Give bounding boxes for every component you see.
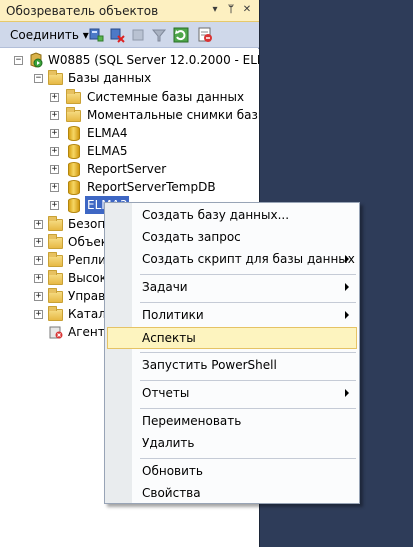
expand-toggle[interactable]: + xyxy=(34,238,43,247)
submenu-arrow-icon xyxy=(345,311,349,319)
tree-label: Системные базы данных xyxy=(87,90,245,104)
menu-item-label: Отчеты xyxy=(142,386,190,400)
filter-icon[interactable] xyxy=(151,27,167,43)
menu-separator xyxy=(140,302,356,303)
menu-item-rename[interactable]: Переименовать xyxy=(107,410,357,432)
expand-toggle[interactable]: + xyxy=(34,292,43,301)
folder-icon xyxy=(66,107,81,122)
disconnect-server-icon[interactable] xyxy=(109,27,125,43)
database-icon xyxy=(68,180,80,195)
expand-toggle[interactable]: + xyxy=(34,256,43,265)
tree-node-database[interactable]: + ELMA5 xyxy=(0,142,259,160)
menu-separator xyxy=(140,408,356,409)
tree-label: W0885 (SQL Server 12.0.2000 - ELEWISE\ xyxy=(48,53,259,67)
menu-item-properties[interactable]: Свойства xyxy=(107,482,357,504)
folder-icon xyxy=(48,216,63,231)
menu-item-policies[interactable]: Политики xyxy=(107,304,357,326)
expand-toggle[interactable]: + xyxy=(34,220,43,229)
tree-label: ReportServer xyxy=(87,162,167,176)
menu-item-refresh[interactable]: Обновить xyxy=(107,460,357,482)
connect-dropdown-button[interactable]: Соединить ▾ xyxy=(10,28,89,42)
menu-separator xyxy=(140,352,356,353)
explorer-toolbar: Соединить ▾ xyxy=(0,22,259,48)
folder-icon xyxy=(48,288,63,303)
menu-item-label: Создать базу данных... xyxy=(142,208,290,222)
menu-item-reports[interactable]: Отчеты xyxy=(107,382,357,404)
collapse-toggle[interactable]: − xyxy=(34,74,43,83)
expand-toggle[interactable]: + xyxy=(34,274,43,283)
panel-titlebar: Обозреватель объектов ▾ ᛘ ✕ xyxy=(0,0,259,22)
database-icon xyxy=(68,144,80,159)
menu-item-tasks[interactable]: Задачи xyxy=(107,276,357,298)
folder-icon xyxy=(48,270,63,285)
tree-node-database[interactable]: + ReportServer xyxy=(0,160,259,178)
agent-icon xyxy=(49,326,63,339)
expand-toggle[interactable]: + xyxy=(50,165,59,174)
menu-item-label: Политики xyxy=(142,308,204,322)
database-icon xyxy=(68,198,80,213)
expand-toggle[interactable]: + xyxy=(50,111,59,120)
menu-item-create-database[interactable]: Создать базу данных... xyxy=(107,204,357,226)
menu-item-start-powershell[interactable]: Запустить PowerShell xyxy=(107,354,357,376)
menu-item-label: Запустить PowerShell xyxy=(142,358,277,372)
menu-item-label: Аспекты xyxy=(142,331,196,345)
menu-separator xyxy=(140,458,356,459)
tree-label: ReportServerTempDB xyxy=(87,180,216,194)
folder-icon xyxy=(48,70,63,85)
tree-node-database[interactable]: + ELMA4 xyxy=(0,124,259,142)
menu-item-label: Обновить xyxy=(142,464,203,478)
menu-item-label: Создать запрос xyxy=(142,230,241,244)
menu-item-label: Переименовать xyxy=(142,414,242,428)
folder-icon xyxy=(48,306,63,321)
menu-item-script-database[interactable]: Создать скрипт для базы данных xyxy=(107,248,357,270)
folder-icon xyxy=(48,234,63,249)
menu-item-label: Удалить xyxy=(142,436,195,450)
expand-toggle[interactable]: + xyxy=(50,183,59,192)
window-position-dropdown-icon[interactable]: ▾ xyxy=(208,3,222,17)
stop-icon[interactable] xyxy=(130,27,146,43)
menu-item-new-query[interactable]: Создать запрос xyxy=(107,226,357,248)
menu-item-label: Свойства xyxy=(142,486,201,500)
expand-toggle[interactable]: + xyxy=(50,129,59,138)
expand-toggle[interactable]: + xyxy=(50,201,59,210)
server-icon xyxy=(30,52,43,68)
auto-hide-pin-icon[interactable]: ᛘ xyxy=(224,3,238,17)
activity-monitor-icon[interactable] xyxy=(197,27,213,43)
database-icon xyxy=(68,126,80,141)
tree-node-database[interactable]: + ReportServerTempDB xyxy=(0,178,259,196)
tree-label: Моментальные снимки базы д xyxy=(87,108,259,122)
submenu-arrow-icon xyxy=(345,389,349,397)
context-menu: Создать базу данных... Создать запрос Со… xyxy=(104,202,360,504)
submenu-arrow-icon xyxy=(345,255,349,263)
menu-separator xyxy=(140,380,356,381)
expand-toggle[interactable]: + xyxy=(50,147,59,156)
menu-separator xyxy=(140,274,356,275)
close-icon[interactable]: ✕ xyxy=(240,3,254,17)
menu-item-facets[interactable]: Аспекты xyxy=(107,327,357,349)
database-icon xyxy=(68,162,80,177)
collapse-toggle[interactable]: − xyxy=(14,56,23,65)
refresh-icon[interactable] xyxy=(173,27,189,43)
menu-item-label: Задачи xyxy=(142,280,188,294)
folder-icon xyxy=(66,89,81,104)
submenu-arrow-icon xyxy=(345,283,349,291)
panel-title: Обозреватель объектов xyxy=(6,4,159,18)
tree-node-server[interactable]: − W0885 (SQL Server 12.0.2000 - ELEWISE\ xyxy=(0,51,259,69)
folder-icon xyxy=(48,252,63,267)
expand-toggle[interactable]: + xyxy=(50,93,59,102)
tree-node-system-databases[interactable]: + Системные базы данных xyxy=(0,88,259,106)
tree-node-databases[interactable]: − Базы данных xyxy=(0,69,259,87)
menu-item-label: Создать скрипт для базы данных xyxy=(142,252,355,266)
expand-toggle[interactable]: + xyxy=(34,310,43,319)
tree-label: ELMA4 xyxy=(87,126,128,140)
connect-server-icon[interactable] xyxy=(88,27,104,43)
tree-node-snapshots[interactable]: + Моментальные снимки базы д xyxy=(0,106,259,124)
tree-label: Базы данных xyxy=(68,71,152,85)
menu-item-delete[interactable]: Удалить xyxy=(107,432,357,454)
tree-label: ELMA5 xyxy=(87,144,128,158)
